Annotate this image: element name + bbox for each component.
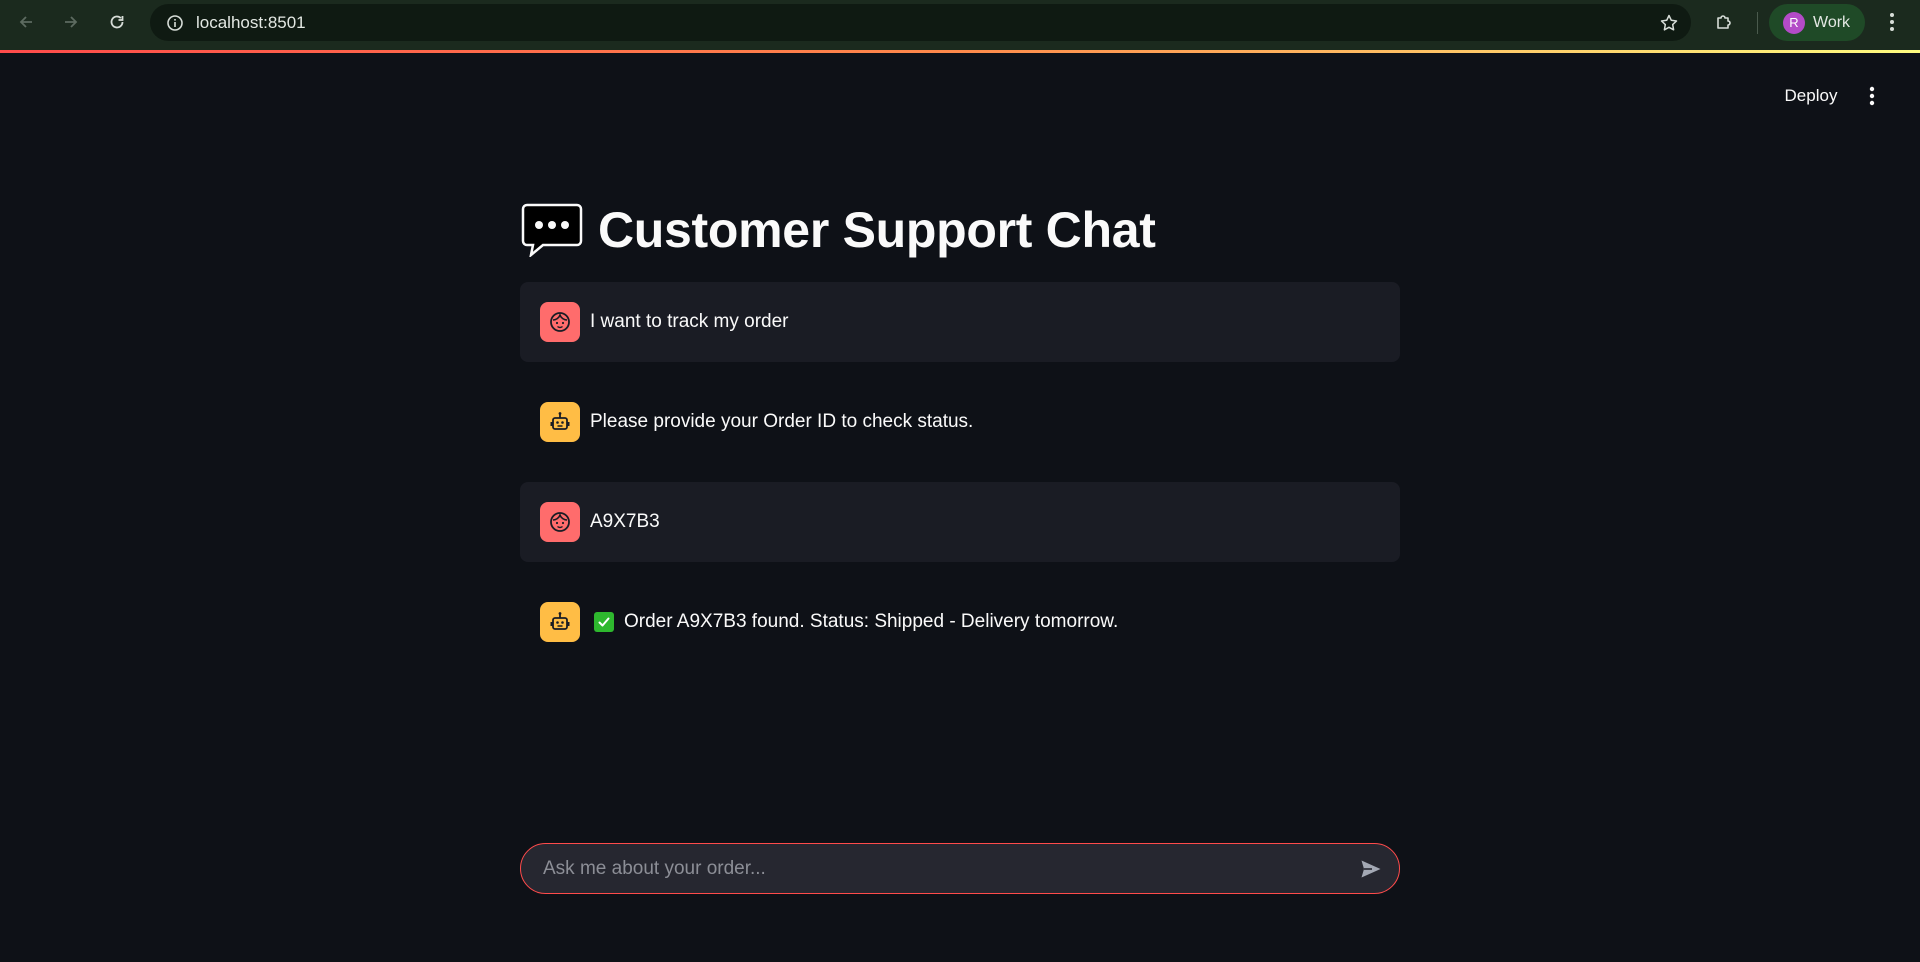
back-arrow-icon xyxy=(19,16,32,28)
page-header: Customer Support Chat xyxy=(520,196,1400,264)
profile-button[interactable]: R Work xyxy=(1769,4,1865,41)
info-icon xyxy=(167,15,183,31)
reload-button[interactable] xyxy=(101,6,133,38)
user-face-icon xyxy=(550,312,570,332)
chat-input-container xyxy=(520,843,1400,894)
chat-message-user: A9X7B3 xyxy=(520,482,1400,562)
speech-balloon-icon xyxy=(520,202,584,258)
robot-icon xyxy=(550,412,570,430)
browser-menu-button[interactable] xyxy=(1876,6,1908,38)
toolbar-divider xyxy=(1757,12,1758,34)
user-face-icon xyxy=(550,512,570,532)
url-text: localhost:8501 xyxy=(196,13,306,32)
deploy-button[interactable]: Deploy xyxy=(1772,80,1850,112)
main-menu-button[interactable] xyxy=(1858,80,1886,112)
user-avatar xyxy=(540,502,580,542)
page-title: Customer Support Chat xyxy=(598,202,1156,258)
send-button[interactable] xyxy=(1355,853,1387,885)
forward-button[interactable] xyxy=(55,6,87,38)
address-bar[interactable]: localhost:8501 xyxy=(150,4,1691,41)
extensions-button[interactable] xyxy=(1708,6,1740,38)
chat-input[interactable] xyxy=(541,844,1341,893)
robot-icon xyxy=(550,612,570,630)
message-text: Order A9X7B3 found. Status: Shipped - De… xyxy=(624,611,1119,632)
profile-name: Work xyxy=(1813,13,1851,31)
kebab-menu-icon xyxy=(1869,86,1875,106)
message-text: Please provide your Order ID to check st… xyxy=(590,411,974,432)
send-icon xyxy=(1361,860,1381,878)
profile-avatar: R xyxy=(1783,11,1805,34)
browser-toolbar: localhost:8501 R Work xyxy=(0,0,1920,51)
check-mark-icon xyxy=(594,612,614,632)
chat-message-assistant: Please provide your Order ID to check st… xyxy=(520,382,1400,462)
reload-icon xyxy=(110,15,124,29)
chat-message-assistant: Order A9X7B3 found. Status: Shipped - De… xyxy=(520,582,1400,662)
puzzle-icon xyxy=(1717,15,1731,29)
user-avatar xyxy=(540,302,580,342)
message-text: A9X7B3 xyxy=(590,511,660,532)
chat-message-user: I want to track my order xyxy=(520,282,1400,362)
back-button[interactable] xyxy=(10,6,42,38)
assistant-avatar xyxy=(540,602,580,642)
forward-arrow-icon xyxy=(65,16,78,28)
kebab-menu-icon xyxy=(1890,13,1894,31)
assistant-avatar xyxy=(540,402,580,442)
site-info-button[interactable] xyxy=(160,8,190,38)
streamlit-accent-line xyxy=(0,50,1920,53)
bookmark-button[interactable] xyxy=(1653,7,1685,39)
star-icon xyxy=(1660,14,1678,31)
message-text: I want to track my order xyxy=(590,311,789,332)
